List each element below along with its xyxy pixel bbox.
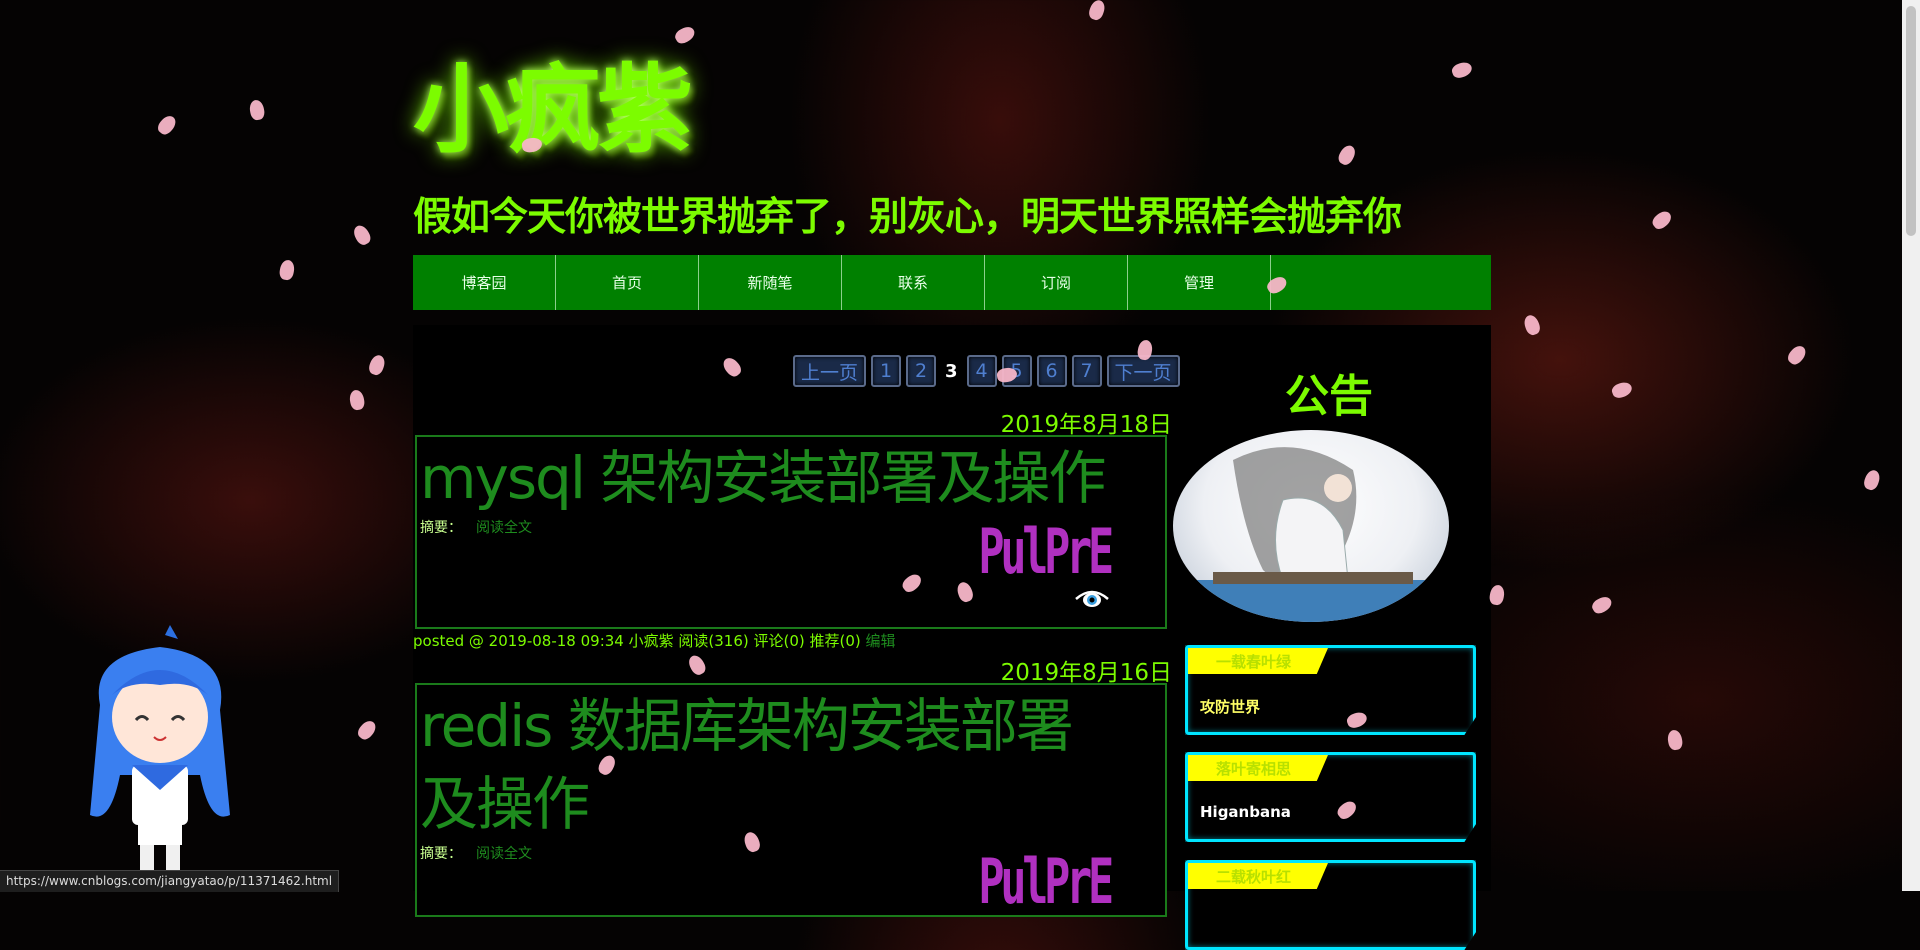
sidebar-link-card[interactable]: 二载秋叶红 <box>1185 860 1476 950</box>
card-tag: 一载春叶绿 <box>1188 648 1328 674</box>
petal-decoration <box>1610 380 1634 400</box>
card-tag: 落叶寄相思 <box>1188 755 1328 781</box>
anime-figure-image <box>1173 447 1449 622</box>
post-date: 2019年8月16日 <box>1000 660 1172 686</box>
pager-prev-button[interactable]: 上一页 <box>793 355 867 387</box>
post-date: 2019年8月18日 <box>1000 412 1172 438</box>
sidebar-link-card[interactable]: 落叶寄相思 Higanbana <box>1185 752 1476 842</box>
pulpre-logo: PulPrE <box>978 845 1114 918</box>
read-more-link[interactable]: 阅读全文 <box>476 846 532 862</box>
petal-decoration <box>248 98 266 122</box>
card-link-text[interactable]: Higanbana <box>1200 803 1291 821</box>
petal-decoration <box>1450 60 1474 80</box>
scrollbar-thumb[interactable] <box>1906 6 1916 236</box>
pager-page-4[interactable]: 4 <box>966 355 997 387</box>
pager-page-6[interactable]: 6 <box>1036 355 1067 387</box>
vertical-scrollbar[interactable] <box>1902 0 1920 891</box>
pager-current-page: 3 <box>945 360 958 382</box>
post-card: redis 数据库架构安装部署及操作 摘要： 阅读全文 PulPrE <box>415 683 1167 918</box>
pager: 上一页 1 2 3 4 5 6 7 下一页 <box>793 355 1180 387</box>
pager-page-2[interactable]: 2 <box>906 355 937 387</box>
sidebar-link-card[interactable]: 一载春叶绿 攻防世界 <box>1185 645 1476 735</box>
pager-page-7[interactable]: 7 <box>1071 355 1102 387</box>
edit-link[interactable]: 编辑 <box>866 632 896 650</box>
mascot-character[interactable] <box>70 625 250 880</box>
petal-decoration <box>355 717 379 743</box>
notice-image <box>1173 430 1449 622</box>
card-tag: 二载秋叶红 <box>1188 863 1328 889</box>
pager-page-1[interactable]: 1 <box>871 355 902 387</box>
pulpre-logo: PulPrE <box>978 515 1114 588</box>
nav-item-subscribe[interactable]: 订阅 <box>985 255 1128 310</box>
notice-title: 公告 <box>1285 371 1373 422</box>
summary-label: 摘要： <box>420 846 462 862</box>
main-nav: 博客园 首页 新随笔 联系 订阅 管理 <box>413 255 1491 310</box>
nav-item-admin[interactable]: 管理 <box>1128 255 1271 310</box>
post-title-link[interactable]: mysql 架构安装部署及操作 <box>420 439 1165 517</box>
petal-decoration <box>1589 593 1615 617</box>
status-url-preview: https://www.cnblogs.com/jiangyatao/p/113… <box>0 870 340 892</box>
card-link-text[interactable]: 攻防世界 <box>1200 696 1260 717</box>
summary-label: 摘要： <box>420 520 462 536</box>
petal-decoration <box>1522 313 1542 337</box>
petal-decoration <box>1862 468 1882 492</box>
post-footer: posted @ 2019-08-18 09:34 小疯紫 阅读(316) 评论… <box>413 630 896 651</box>
nav-item-new-post[interactable]: 新随笔 <box>699 255 842 310</box>
petal-decoration <box>1335 142 1359 168</box>
petal-decoration <box>1666 728 1684 752</box>
petal-decoration <box>348 388 366 412</box>
petal-decoration <box>1785 342 1809 368</box>
nav-item-contact[interactable]: 联系 <box>842 255 985 310</box>
nav-item-cnblogs[interactable]: 博客园 <box>413 255 556 310</box>
blog-page: 小疯紫 假如今天你被世界抛弃了，别灰心，明天世界照样会抛弃你 博客园 首页 新随… <box>0 0 1920 950</box>
eye-icon <box>1075 590 1109 607</box>
petal-decoration <box>155 112 179 138</box>
petal-decoration <box>1649 208 1675 232</box>
petal-decoration <box>367 353 387 377</box>
site-title[interactable]: 小疯紫 <box>413 55 693 165</box>
post-meta: posted @ 2019-08-18 09:34 小疯紫 阅读(316) 评论… <box>413 632 861 650</box>
nav-item-home[interactable]: 首页 <box>556 255 699 310</box>
petal-decoration <box>350 222 374 248</box>
petal-decoration <box>278 258 296 282</box>
petal-decoration <box>1087 0 1107 22</box>
petal-decoration <box>672 23 698 47</box>
read-more-link[interactable]: 阅读全文 <box>476 520 532 536</box>
post-title-link[interactable]: redis 数据库架构安装部署及操作 <box>420 687 1120 843</box>
site-subtitle: 假如今天你被世界抛弃了，别灰心，明天世界照样会抛弃你 <box>413 195 1402 240</box>
post-card: mysql 架构安装部署及操作 摘要： 阅读全文 PulPrE <box>415 435 1167 629</box>
